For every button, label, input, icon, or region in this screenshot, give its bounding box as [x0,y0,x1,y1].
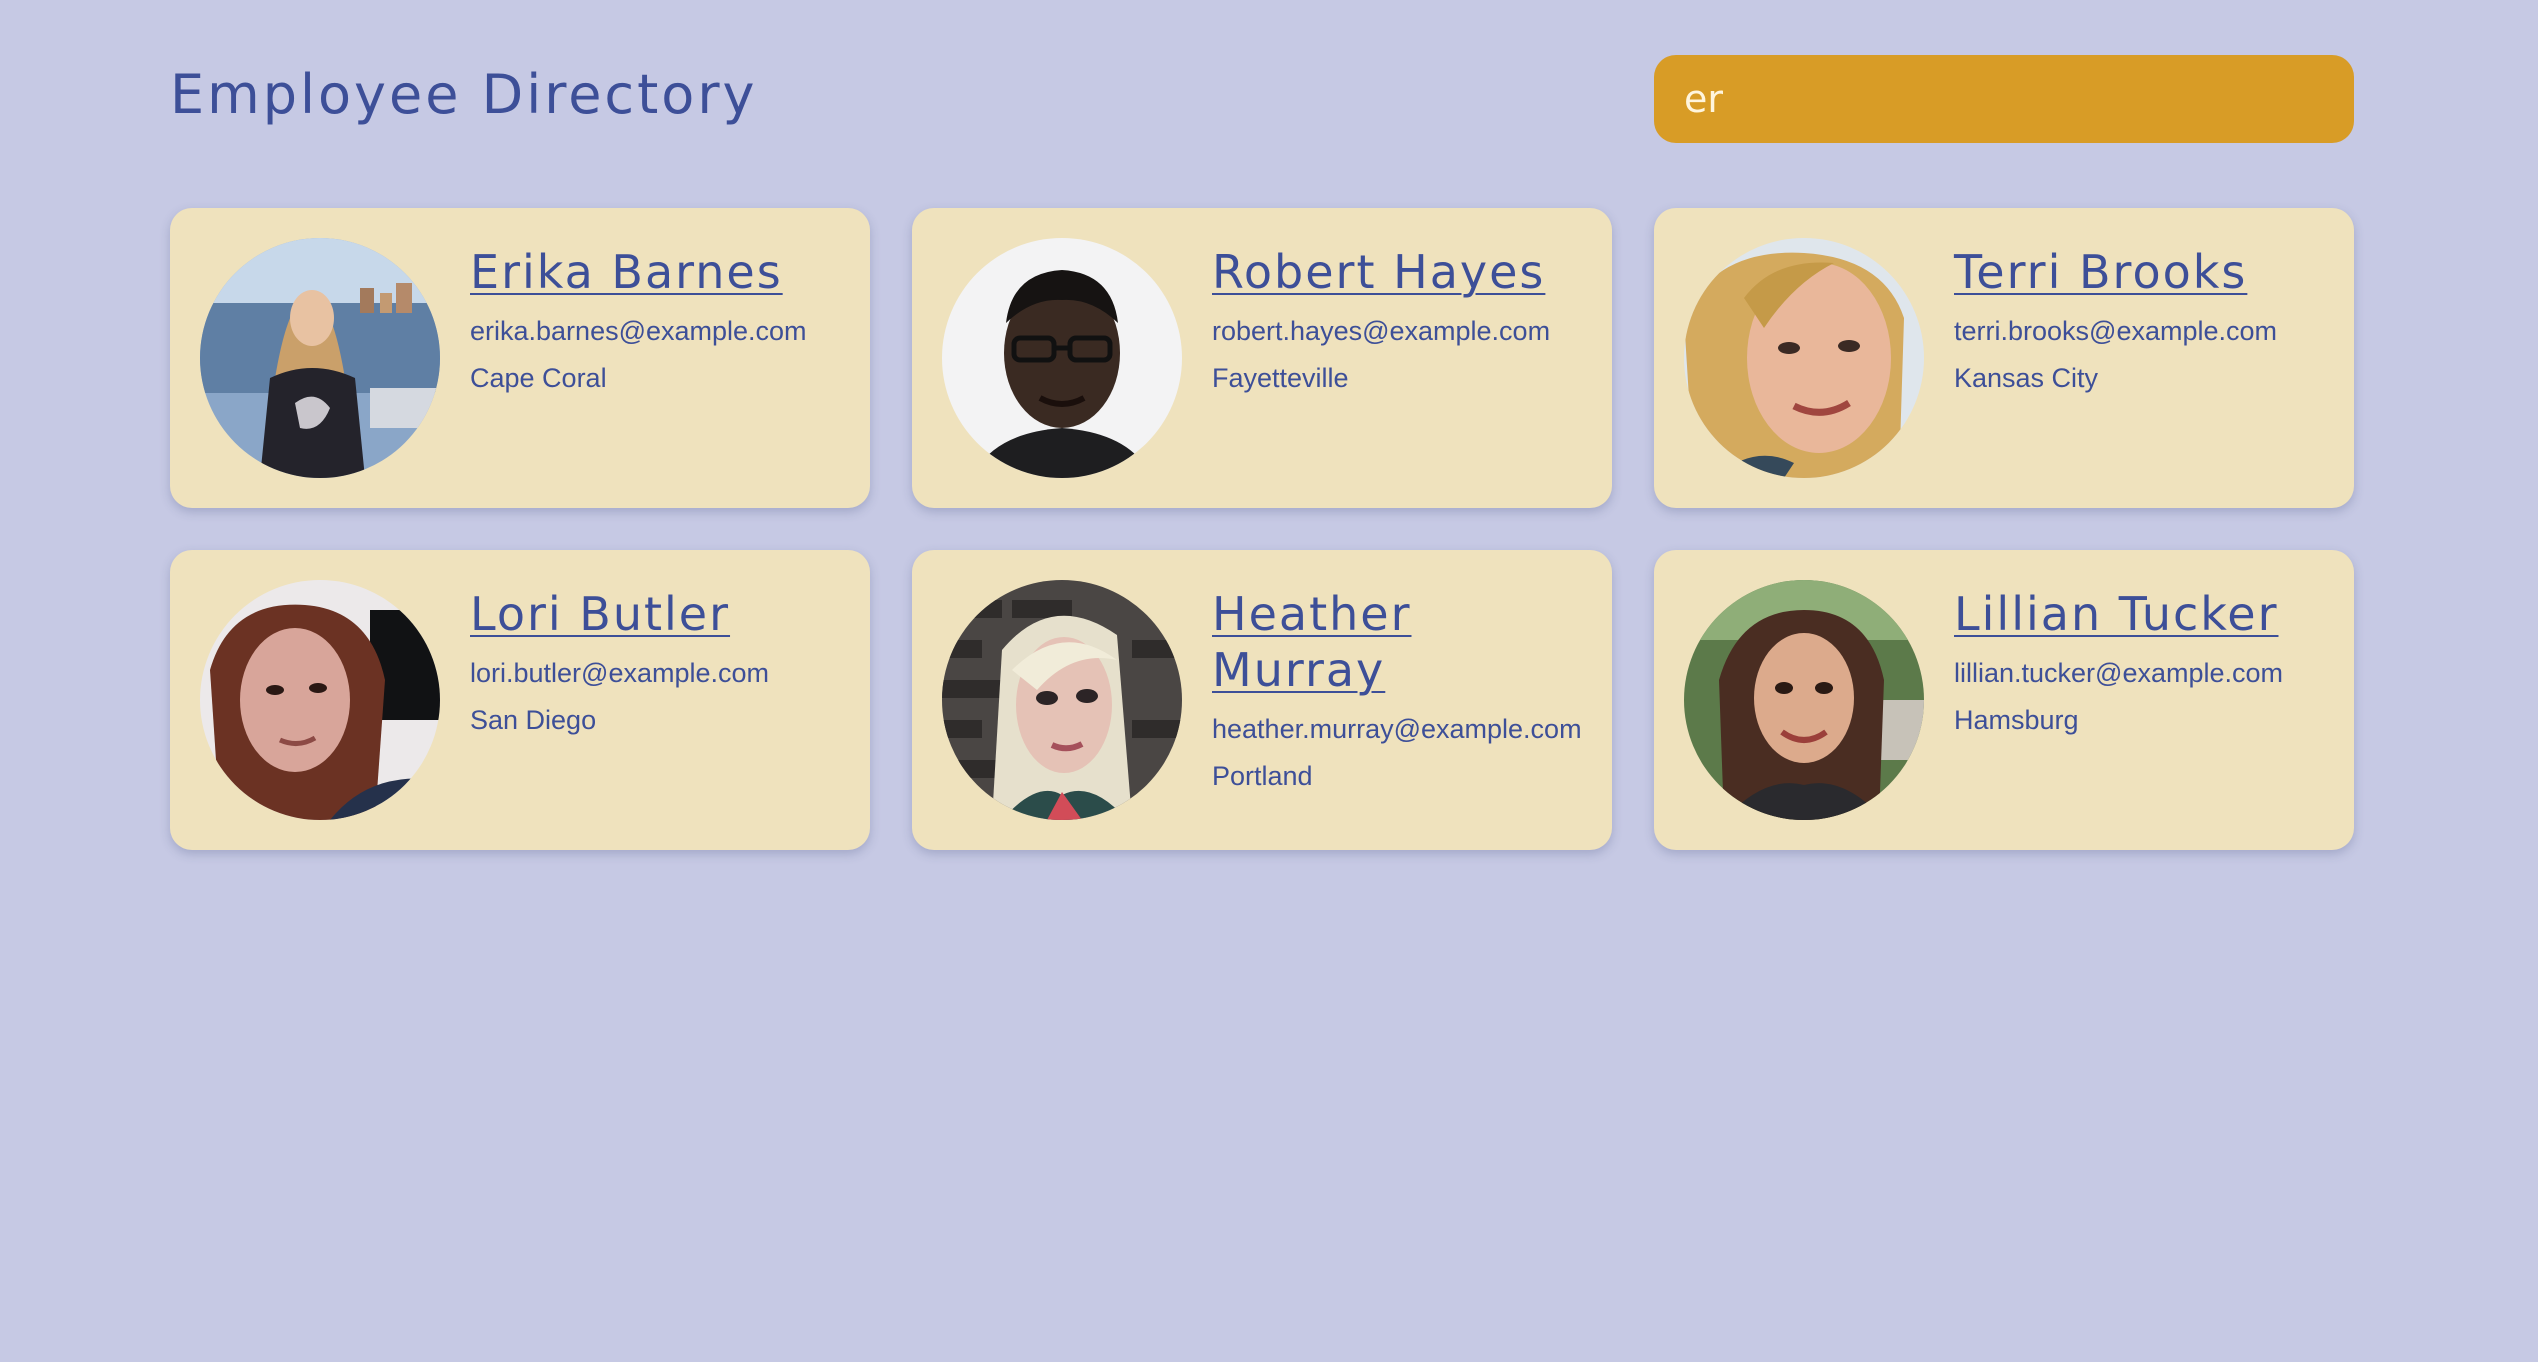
page-header: Employee Directory [170,55,2354,145]
employee-info: Robert Hayes robert.hayes@example.com Fa… [1212,244,1594,395]
employee-card[interactable]: Heather Murray heather.murray@example.co… [912,550,1612,850]
employee-info: Lori Butler lori.butler@example.com San … [470,586,852,737]
employee-email: robert.hayes@example.com [1212,316,1551,346]
employee-name-link[interactable]: Heather Murray [1212,586,1594,698]
avatar [200,238,440,478]
employee-card[interactable]: Lori Butler lori.butler@example.com San … [170,550,870,850]
employee-card[interactable]: Robert Hayes robert.hayes@example.com Fa… [912,208,1612,508]
employee-city: Kansas City [1954,363,2099,393]
employee-name-link[interactable]: Lillian Tucker [1954,586,2336,642]
page-title: Employee Directory [170,63,758,126]
avatar-photo-icon [200,238,440,478]
employee-city: Portland [1212,761,1313,791]
employee-card[interactable]: Erika Barnes erika.barnes@example.com Ca… [170,208,870,508]
employee-info: Terri Brooks terri.brooks@example.com Ka… [1954,244,2336,395]
employee-email: terri.brooks@example.com [1954,316,2278,346]
avatar [200,580,440,820]
avatar-photo-icon [1684,238,1924,478]
employee-email: lori.butler@example.com [470,658,770,688]
employee-name-link[interactable]: Terri Brooks [1954,244,2336,300]
avatar-photo-icon [942,238,1182,478]
employee-city: Fayetteville [1212,363,1349,393]
avatar [1684,238,1924,478]
avatar [942,580,1182,820]
avatar [1684,580,1924,820]
employee-card[interactable]: Terri Brooks terri.brooks@example.com Ka… [1654,208,2354,508]
avatar-photo-icon [942,580,1182,820]
employee-info: Lillian Tucker lillian.tucker@example.co… [1954,586,2336,737]
employee-info: Erika Barnes erika.barnes@example.com Ca… [470,244,852,395]
employee-city: Cape Coral [470,363,607,393]
employee-email: lillian.tucker@example.com [1954,658,2284,688]
avatar-photo-icon [200,580,440,820]
avatar [942,238,1182,478]
employee-card[interactable]: Lillian Tucker lillian.tucker@example.co… [1654,550,2354,850]
employee-name-link[interactable]: Erika Barnes [470,244,852,300]
employee-email: erika.barnes@example.com [470,316,807,346]
employee-name-link[interactable]: Robert Hayes [1212,244,1594,300]
employee-city: San Diego [470,705,597,735]
search-input[interactable] [1654,55,2354,143]
employee-name-link[interactable]: Lori Butler [470,586,852,642]
employee-grid: Erika Barnes erika.barnes@example.com Ca… [170,208,2354,850]
avatar-photo-icon [1684,580,1924,820]
employee-info: Heather Murray heather.murray@example.co… [1212,586,1594,793]
employee-email: heather.murray@example.com [1212,714,1582,744]
employee-city: Hamsburg [1954,705,2079,735]
